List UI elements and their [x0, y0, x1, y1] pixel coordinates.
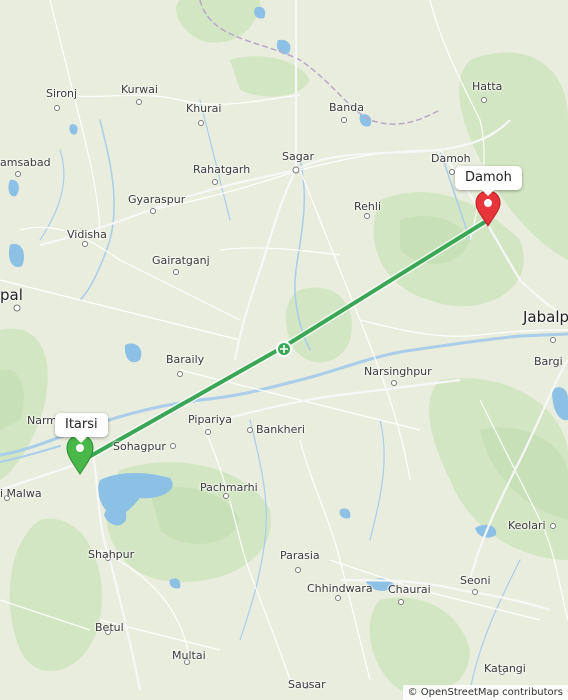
place-label: Pachmarhi [200, 481, 258, 494]
place-label-city: Jabalp [523, 308, 568, 326]
place-label: Chhindwara [307, 582, 373, 595]
place-label: Banda [329, 101, 364, 114]
place-label: Seoni [460, 574, 491, 587]
place-label: Narsinghpur [364, 365, 432, 378]
place-label: Baraily [166, 353, 205, 366]
place-label: Rehli [354, 200, 382, 213]
place-label: Bankheri [256, 423, 305, 436]
place-label: amsabad [0, 156, 51, 169]
destination-callout[interactable]: Damoh [455, 166, 522, 197]
place-label: Hatta [472, 80, 503, 93]
place-label: Parasia [280, 549, 320, 562]
route-midpoint-marker[interactable] [276, 341, 292, 357]
place-label: Sohagpur [113, 440, 166, 453]
place-label: Damoh [431, 152, 471, 165]
place-label: Multai [172, 649, 206, 662]
place-label: Shahpur [88, 548, 135, 561]
place-label: Gairatganj [152, 254, 210, 267]
place-label: Keolari [508, 519, 546, 532]
place-label: Sausar [288, 678, 326, 691]
place-label: Bargi [534, 355, 563, 368]
place-label: Chaurai [388, 583, 431, 596]
place-label: Pipariya [188, 413, 232, 426]
place-label: Betul [95, 621, 124, 634]
place-label: Khurai [186, 102, 222, 115]
place-label: Kurwai [121, 83, 158, 96]
place-label: Katangi [484, 662, 526, 675]
place-label: Rahatgarh [193, 163, 251, 176]
place-label: i Malwa [0, 487, 42, 500]
place-label: Sagar [282, 150, 314, 163]
place-label: Vidisha [67, 228, 107, 241]
place-label: Narm [27, 414, 58, 427]
place-label: Sironj [46, 87, 78, 100]
map-base-layer [0, 0, 568, 694]
place-label-city: pal [0, 286, 23, 304]
place-label: Gyaraspur [128, 193, 186, 206]
map-view[interactable]: Sironj Kurwai Khurai Banda Hatta amsabad… [0, 0, 568, 700]
map-attribution[interactable]: © OpenStreetMap contributors [402, 685, 568, 700]
origin-callout[interactable]: Itarsi [55, 413, 108, 444]
